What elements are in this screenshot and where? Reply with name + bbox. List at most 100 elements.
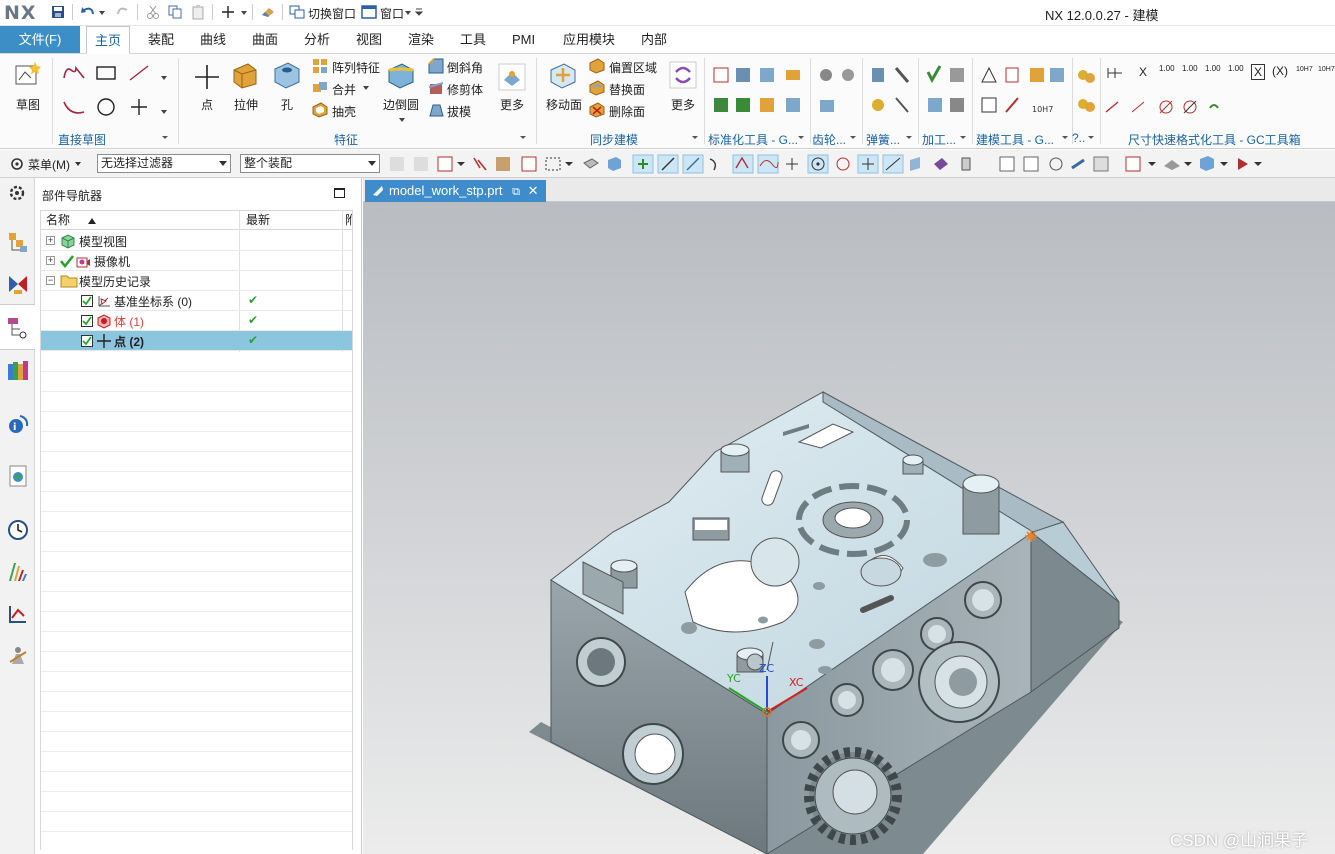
gear-tools-icons[interactable] — [816, 64, 860, 120]
document-tab[interactable]: model_work_stp.prt ⧉ ✕ — [365, 180, 547, 202]
tab-surface[interactable]: 曲面 — [252, 26, 278, 54]
chevron-down-icon[interactable] — [160, 104, 168, 122]
menu-icon[interactable] — [9, 157, 25, 171]
standard-tools-icons[interactable] — [712, 64, 808, 120]
cut-icon[interactable] — [145, 4, 161, 20]
hd3d-tools-icon[interactable]: i — [6, 412, 30, 436]
shell-button[interactable]: 抽壳 — [332, 103, 356, 120]
tab-pmi[interactable]: PMI — [512, 26, 535, 54]
history-clock-icon[interactable] — [6, 518, 30, 542]
group-options-icon[interactable] — [848, 132, 858, 142]
dim-tool-1-icon[interactable] — [1105, 64, 1125, 82]
more-sync-button[interactable]: 更多 — [664, 96, 702, 113]
save-icon[interactable] — [50, 4, 66, 20]
dim-tool-reference[interactable]: (X) — [1272, 64, 1288, 78]
point-feature-icon[interactable] — [192, 62, 222, 92]
trim-body-button[interactable]: 修剪体 — [447, 81, 483, 98]
more-feature-button[interactable]: 更多 — [494, 96, 530, 113]
group-options-icon[interactable] — [160, 132, 170, 142]
menu-button[interactable]: 菜单(M) — [28, 156, 70, 173]
gear-model[interactable] — [804, 747, 902, 845]
move-face-button[interactable]: 移动面 — [544, 96, 584, 113]
machining-tools-icons[interactable] — [924, 64, 970, 120]
edge-blend-button[interactable]: 边倒圆 — [382, 96, 420, 113]
tree-row-datum-csys[interactable]: 基准坐标系 (0) ✔ — [41, 291, 352, 311]
chevron-down-icon[interactable] — [362, 82, 370, 94]
visibility-checkbox[interactable] — [81, 315, 93, 327]
chamfer-button[interactable]: 倒斜角 — [447, 59, 483, 76]
dim-tool-tol-4[interactable]: 1.00 — [1228, 64, 1244, 73]
modeling-tools-icons[interactable]: 10H7 — [978, 64, 1068, 120]
visibility-checkbox[interactable] — [81, 295, 93, 307]
tab-internal[interactable]: 内部 — [641, 26, 667, 54]
dim-tool-x[interactable]: X — [1139, 65, 1147, 79]
assembly-navigator-icon[interactable] — [6, 230, 30, 254]
tab-analysis[interactable]: 分析 — [304, 26, 330, 54]
line-icon[interactable] — [128, 64, 150, 82]
tab-render[interactable]: 渲染 — [408, 26, 434, 54]
expand-icon[interactable]: + — [46, 256, 55, 265]
reuse-library-icon[interactable] — [6, 358, 30, 382]
switch-window-icon[interactable] — [289, 4, 305, 20]
snap-point-toolbar[interactable] — [388, 154, 1278, 174]
arc-icon[interactable] — [62, 98, 86, 116]
crosshair-icon[interactable] — [220, 4, 236, 20]
chevron-down-icon[interactable] — [404, 4, 412, 20]
profile-icon[interactable] — [62, 64, 86, 82]
replace-face-button[interactable]: 替换面 — [609, 81, 645, 98]
move-face-icon[interactable] — [548, 60, 578, 90]
column-header-latest[interactable]: 最新 — [240, 211, 342, 230]
process-studio-icon[interactable] — [6, 602, 30, 626]
sketch-icon[interactable] — [13, 60, 43, 90]
selection-scope-select[interactable]: 整个装配 — [240, 154, 380, 173]
group-options-icon[interactable] — [796, 132, 806, 142]
chevron-down-icon[interactable] — [240, 4, 248, 20]
tree-row-model-history[interactable]: − 模型历史记录 — [41, 271, 352, 291]
dim-tool-row2-icons[interactable] — [1104, 98, 1224, 116]
tab-tools[interactable]: 工具 — [460, 26, 486, 54]
group-options-icon[interactable] — [904, 132, 914, 142]
tab-assembly[interactable]: 装配 — [148, 26, 174, 54]
group-options-icon[interactable] — [958, 132, 968, 142]
chevron-down-icon[interactable] — [74, 160, 82, 168]
tab-home[interactable]: 主页 — [86, 26, 131, 54]
hole-button[interactable]: 孔 — [272, 96, 302, 113]
settings-gear-icon[interactable] — [7, 183, 27, 203]
dock-icon[interactable]: ⧉ — [512, 186, 520, 198]
maximize-icon[interactable] — [334, 188, 345, 198]
chevron-down-icon[interactable] — [160, 70, 168, 88]
dim-tool-fit-2[interactable]: 10H7 — [1318, 66, 1335, 73]
window-menu-button[interactable]: 窗口 — [380, 5, 404, 22]
web-browser-icon[interactable] — [6, 464, 30, 488]
column-header-name[interactable]: 名称 — [41, 211, 239, 230]
pattern-feature-button[interactable]: 阵列特征 — [332, 59, 380, 76]
part-navigator-tab[interactable] — [0, 304, 35, 350]
tab-view[interactable]: 视图 — [356, 26, 382, 54]
part-model[interactable]: XC YC ZC — [363, 202, 1335, 854]
draft-button[interactable]: 拔模 — [447, 103, 471, 120]
group-options-icon[interactable] — [690, 132, 700, 142]
tab-file[interactable]: 文件(F) — [0, 26, 80, 53]
window-icon[interactable] — [361, 4, 377, 20]
rectangle-icon[interactable] — [95, 64, 117, 82]
constraint-navigator-icon[interactable] — [6, 272, 30, 296]
graphics-viewport[interactable]: XC YC ZC — [363, 202, 1335, 854]
switch-window-button[interactable]: 切换窗口 — [308, 5, 356, 22]
visibility-checkbox[interactable] — [81, 335, 93, 347]
dim-tool-tol-2[interactable]: 1.00 — [1182, 64, 1198, 73]
dim-tool-fit-1[interactable]: 10H7 — [1296, 66, 1313, 73]
close-icon[interactable]: ✕ — [528, 183, 539, 198]
tree-row-body[interactable]: 体 (1) ✔ — [41, 311, 352, 331]
collapse-icon[interactable]: − — [46, 276, 55, 285]
roles-icon[interactable] — [6, 644, 30, 668]
spring-tools-icons[interactable] — [868, 64, 912, 120]
tree-row-camera[interactable]: + 摄像机 — [41, 251, 352, 271]
type-filter-select[interactable]: 无选择过滤器 — [97, 154, 231, 173]
tree-row-model-views[interactable]: + 模型视图 — [41, 231, 352, 251]
chevron-down-icon[interactable] — [398, 114, 406, 126]
more-sync-icon[interactable] — [668, 60, 698, 90]
eraser-icon[interactable] — [260, 4, 276, 20]
palette-icon[interactable] — [6, 560, 30, 584]
misc-tools-icons[interactable] — [1076, 64, 1098, 120]
more-feature-icon[interactable] — [497, 62, 527, 92]
